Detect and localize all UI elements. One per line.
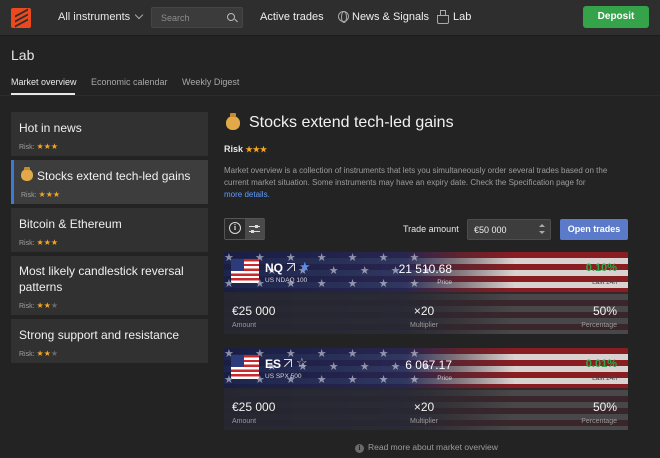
risk-stars: ★★★ (36, 142, 59, 151)
overview-card-title: Stocks extend tech-led gains (21, 167, 201, 184)
search-box[interactable] (151, 7, 243, 28)
deposit-button[interactable]: Deposit (583, 6, 649, 28)
instrument-change: 0.01% (585, 358, 617, 370)
instrument-percentage: 50% (592, 400, 617, 414)
all-instruments-label: All instruments (58, 11, 131, 23)
price-label: Price (437, 375, 452, 382)
money-bag-icon (226, 113, 240, 130)
percentage-label: Percentage (581, 322, 617, 329)
risk-stars: ★★★ (38, 190, 61, 199)
amount-label: Amount (232, 418, 257, 425)
more-details-link[interactable]: more details. (224, 190, 270, 199)
active-tab-indicator (11, 93, 75, 95)
instrument-card-nq[interactable]: ★ ★ ★ ★ ★ ★ ★ ★ ★ ★ ★ ★ ★ ★ ★ ★★ ★ ★ ★ ★… (224, 252, 628, 334)
lab-link[interactable]: Lab (453, 11, 471, 23)
overview-card-risk: Risk: ★★★ (19, 301, 59, 310)
tab-weekly-digest[interactable]: Weekly Digest (182, 77, 239, 87)
instrument-symbol: NQ (265, 261, 283, 275)
overview-description: Market overview is a collection of instr… (224, 166, 608, 200)
overview-card-stocks-extend[interactable]: Stocks extend tech-led gains Risk: ★★★ (11, 160, 208, 204)
logo-icon[interactable] (11, 8, 31, 28)
change-label: Last 24h (592, 375, 617, 382)
read-more-link[interactable]: i Read more about market overview (355, 442, 498, 453)
tab-economic-calendar[interactable]: Economic calendar (91, 77, 168, 87)
sliders-icon[interactable] (249, 224, 260, 234)
multiplier-label: Multiplier (409, 322, 438, 329)
tabs-divider (0, 95, 660, 96)
overview-card-risk: Risk: ★★★ (19, 238, 59, 247)
overview-card-title: Most likely candlestick reversal pattern… (19, 264, 184, 294)
star-icon[interactable]: ☆ (296, 355, 308, 371)
instrument-change: 0.10% (585, 262, 617, 274)
overview-title: Stocks extend tech-led gains (249, 114, 454, 131)
overview-card-hot-in-news[interactable]: Hot in news Risk: ★★★ (11, 112, 208, 156)
overview-card-risk: Risk: ★★★ (19, 142, 59, 151)
active-trades-link[interactable]: Active trades (260, 11, 324, 23)
risk-stars: ★★★ (36, 238, 59, 247)
instrument-card-es[interactable]: ★ ★ ★ ★ ★ ★ ★ ★ ★ ★ ★ ★ ★ ★ ★ ★★ ★ ★ ★ ★… (224, 348, 628, 430)
instrument-symbol: ES (265, 357, 282, 371)
change-label: Last 24h (592, 279, 617, 286)
page-title: Lab (11, 47, 35, 63)
overview-card-candlestick-reversal[interactable]: Most likely candlestick reversal pattern… (11, 256, 208, 315)
overview-card-title: Bitcoin & Ethereum (19, 217, 122, 231)
instrument-amount: €25 000 (232, 400, 276, 414)
instrument-name: US NDAQ 100 (265, 277, 308, 284)
trade-amount-label: Trade amount (403, 224, 459, 234)
overview-card-bitcoin-ethereum[interactable]: Bitcoin & Ethereum Risk: ★★★ (11, 208, 208, 252)
risk-stars: ★★★ (245, 145, 268, 154)
instrument-multiplier: ×20 (413, 400, 435, 414)
info-icon: i (355, 444, 364, 453)
overview-card-risk: Risk: ★★★ (19, 349, 59, 358)
price-label: Price (437, 279, 452, 286)
open-trades-button[interactable]: Open trades (560, 219, 628, 240)
instrument-amount: €25 000 (232, 304, 276, 318)
us-flag-icon (231, 259, 259, 283)
trade-amount-field[interactable] (467, 219, 551, 240)
instrument-price: 21 510.68 (398, 262, 452, 276)
us-flag-icon (231, 355, 259, 379)
instrument-percentage: 50% (592, 304, 617, 318)
instrument-price: 6 067.17 (405, 358, 452, 372)
globe-icon (338, 11, 349, 23)
overview-card-risk: Risk: ★★★ (21, 190, 61, 199)
star-icon[interactable]: ★ (299, 259, 311, 275)
overview-card-support-resistance[interactable]: Strong support and resistance Risk: ★★★ (11, 319, 208, 363)
external-link-icon[interactable] (284, 359, 292, 367)
stepper-icon[interactable] (538, 224, 545, 234)
money-bag-icon (21, 167, 33, 181)
amount-label: Amount (232, 322, 257, 329)
percentage-label: Percentage (581, 418, 617, 425)
top-bar: All instruments Active trades News & Sig… (0, 0, 660, 36)
tab-market-overview[interactable]: Market overview (11, 77, 77, 87)
news-signals-link[interactable]: News & Signals (352, 11, 429, 23)
all-instruments-dropdown[interactable]: All instruments (58, 10, 144, 23)
instrument-multiplier: ×20 (413, 304, 435, 318)
external-link-icon[interactable] (287, 263, 295, 271)
trade-amount-input[interactable] (468, 220, 538, 239)
search-icon[interactable] (227, 13, 235, 21)
risk-stars: ★★★ (36, 301, 59, 310)
overview-card-title: Hot in news (19, 121, 82, 135)
chevron-down-icon (134, 10, 144, 20)
instrument-name: US SPX 500 (265, 373, 302, 380)
overview-risk: Risk ★★★ (224, 144, 268, 154)
search-input[interactable] (152, 8, 224, 27)
flask-icon (437, 10, 449, 24)
multiplier-label: Multiplier (409, 418, 438, 425)
info-icon[interactable]: i (229, 222, 241, 234)
risk-stars: ★★★ (36, 349, 59, 358)
overview-card-title: Strong support and resistance (19, 328, 180, 342)
